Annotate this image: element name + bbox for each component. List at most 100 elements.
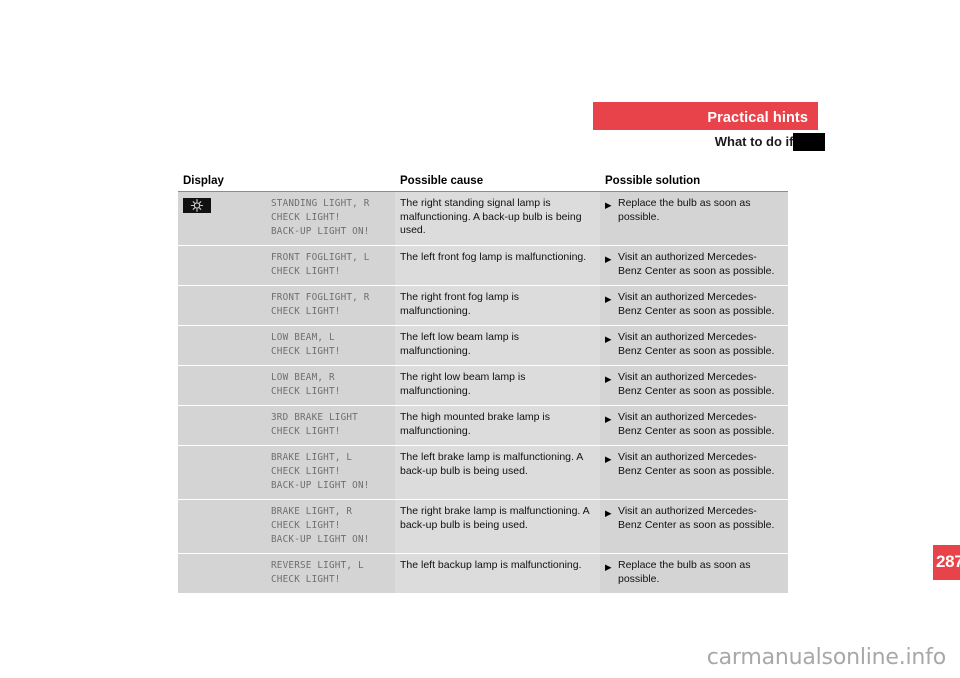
hints-table-container: Display Possible cause Possible solution <box>178 175 788 593</box>
cell-solution: ▶ Visit an authorized Mercedes-Benz Cent… <box>600 365 788 406</box>
chapter-title: Practical hints <box>707 110 808 126</box>
display-code-lines: LOW BEAM, R CHECK LIGHT! <box>271 371 387 399</box>
display-code-lines: 3RD BRAKE LIGHT CHECK LIGHT! <box>271 411 387 439</box>
display-code-line: CHECK LIGHT! <box>271 306 341 317</box>
table-row: LOW BEAM, R CHECK LIGHT! The right low b… <box>178 365 788 406</box>
cell-display: REVERSE LIGHT, L CHECK LIGHT! <box>178 553 395 593</box>
table-header-row: Display Possible cause Possible solution <box>178 175 788 192</box>
cause-text: The high mounted brake lamp is malfuncti… <box>400 411 550 437</box>
cause-text: The left backup lamp is malfunctioning. <box>400 559 582 571</box>
cause-text: The left low beam lamp is malfunctioning… <box>400 331 520 357</box>
cause-text: The right low beam lamp is malfunctionin… <box>400 371 526 397</box>
display-code-line: CHECK LIGHT! <box>271 466 341 477</box>
solution-text: Visit an authorized Mercedes-Benz Center… <box>618 331 775 357</box>
display-code-line: BRAKE LIGHT, R <box>271 506 353 517</box>
column-header-solution: Possible solution <box>600 175 788 192</box>
page-number-badge: 287 <box>933 545 960 580</box>
table-row: BRAKE LIGHT, L CHECK LIGHT! BACK-UP LIGH… <box>178 445 788 500</box>
cell-solution: ▶ Visit an authorized Mercedes-Benz Cent… <box>600 405 788 446</box>
display-code-line: LOW BEAM, L <box>271 332 335 343</box>
display-code-line: CHECK LIGHT! <box>271 266 341 277</box>
cell-cause: The left front fog lamp is malfunctionin… <box>395 245 600 286</box>
cell-display: LOW BEAM, L CHECK LIGHT! <box>178 325 395 366</box>
column-header-display: Display <box>178 175 395 192</box>
table-row: 3RD BRAKE LIGHT CHECK LIGHT! The high mo… <box>178 405 788 446</box>
triangle-bullet-icon: ▶ <box>605 254 612 264</box>
triangle-bullet-icon: ▶ <box>605 374 612 384</box>
table-row: BRAKE LIGHT, R CHECK LIGHT! BACK-UP LIGH… <box>178 499 788 554</box>
triangle-bullet-icon: ▶ <box>605 294 612 304</box>
display-code-lines: FRONT FOGLIGHT, L CHECK LIGHT! <box>271 251 387 279</box>
cell-solution: ▶ Replace the bulb as soon as possible. <box>600 553 788 593</box>
table-row: FRONT FOGLIGHT, L CHECK LIGHT! The left … <box>178 245 788 286</box>
table-row: STANDING LIGHT, R CHECK LIGHT! BACK-UP L… <box>178 191 788 246</box>
icon-slot <box>183 371 271 372</box>
solution-text: Replace the bulb as soon as possible. <box>618 197 751 223</box>
display-code-line: CHECK LIGHT! <box>271 386 341 397</box>
cell-display: 3RD BRAKE LIGHT CHECK LIGHT! <box>178 405 395 446</box>
cause-text: The left brake lamp is malfunctioning. A… <box>400 451 583 477</box>
display-code-lines: LOW BEAM, L CHECK LIGHT! <box>271 331 387 359</box>
solution-text: Visit an authorized Mercedes-Benz Center… <box>618 251 775 277</box>
cause-text: The right front fog lamp is malfunctioni… <box>400 291 520 317</box>
triangle-bullet-icon: ▶ <box>605 334 612 344</box>
cell-solution: ▶ Replace the bulb as soon as possible. <box>600 191 788 246</box>
display-code-line: CHECK LIGHT! <box>271 212 341 223</box>
display-code-lines: STANDING LIGHT, R CHECK LIGHT! BACK-UP L… <box>271 197 387 239</box>
cell-cause: The left brake lamp is malfunctioning. A… <box>395 445 600 500</box>
display-code-line: STANDING LIGHT, R <box>271 198 370 209</box>
triangle-bullet-icon: ▶ <box>605 454 612 464</box>
hints-table: Display Possible cause Possible solution <box>178 175 788 593</box>
icon-slot <box>183 505 271 506</box>
icon-slot <box>183 331 271 332</box>
display-code-lines: BRAKE LIGHT, R CHECK LIGHT! BACK-UP LIGH… <box>271 505 387 547</box>
cause-text: The right standing signal lamp is malfun… <box>400 197 582 236</box>
display-code-line: 3RD BRAKE LIGHT <box>271 412 358 423</box>
display-code-lines: FRONT FOGLIGHT, R CHECK LIGHT! <box>271 291 387 319</box>
triangle-bullet-icon: ▶ <box>605 414 612 424</box>
solution-text: Visit an authorized Mercedes-Benz Center… <box>618 291 775 317</box>
icon-slot <box>183 451 271 452</box>
display-code-line: FRONT FOGLIGHT, R <box>271 292 370 303</box>
cell-solution: ▶ Visit an authorized Mercedes-Benz Cent… <box>600 445 788 500</box>
cell-display: FRONT FOGLIGHT, L CHECK LIGHT! <box>178 245 395 286</box>
cell-solution: ▶ Visit an authorized Mercedes-Benz Cent… <box>600 245 788 286</box>
section-title-row: What to do if …? <box>500 134 818 154</box>
solution-text: Replace the bulb as soon as possible. <box>618 559 751 585</box>
triangle-bullet-icon: ▶ <box>605 562 612 572</box>
triangle-bullet-icon: ▶ <box>605 200 612 210</box>
icon-slot <box>183 197 271 213</box>
cell-solution: ▶ Visit an authorized Mercedes-Benz Cent… <box>600 325 788 366</box>
display-code-line: BACK-UP LIGHT ON! <box>271 480 370 491</box>
display-code-lines: REVERSE LIGHT, L CHECK LIGHT! <box>271 559 387 587</box>
cell-cause: The right front fog lamp is malfunctioni… <box>395 285 600 326</box>
display-code-line: BACK-UP LIGHT ON! <box>271 534 370 545</box>
display-code-lines: BRAKE LIGHT, L CHECK LIGHT! BACK-UP LIGH… <box>271 451 387 493</box>
display-code-line: CHECK LIGHT! <box>271 426 341 437</box>
cell-display: LOW BEAM, R CHECK LIGHT! <box>178 365 395 406</box>
cell-display: BRAKE LIGHT, L CHECK LIGHT! BACK-UP LIGH… <box>178 445 395 500</box>
icon-slot <box>183 291 271 292</box>
cell-display: STANDING LIGHT, R CHECK LIGHT! BACK-UP L… <box>178 191 395 246</box>
display-code-line: CHECK LIGHT! <box>271 520 341 531</box>
display-code-line: CHECK LIGHT! <box>271 574 341 585</box>
column-header-cause: Possible cause <box>395 175 600 192</box>
display-code-line: LOW BEAM, R <box>271 372 335 383</box>
cell-cause: The left backup lamp is malfunctioning. <box>395 553 600 593</box>
cell-cause: The left low beam lamp is malfunctioning… <box>395 325 600 366</box>
icon-slot <box>183 559 271 560</box>
display-code-line: REVERSE LIGHT, L <box>271 560 364 571</box>
solution-text: Visit an authorized Mercedes-Benz Center… <box>618 411 775 437</box>
icon-slot <box>183 411 271 412</box>
cell-cause: The right brake lamp is malfunctioning. … <box>395 499 600 554</box>
table-row: FRONT FOGLIGHT, R CHECK LIGHT! The right… <box>178 285 788 326</box>
thumb-index-tab <box>793 133 825 151</box>
display-code-line: BRAKE LIGHT, L <box>271 452 353 463</box>
display-code-line: FRONT FOGLIGHT, L <box>271 252 370 263</box>
solution-text: Visit an authorized Mercedes-Benz Center… <box>618 505 775 531</box>
cell-cause: The right low beam lamp is malfunctionin… <box>395 365 600 406</box>
table-row: REVERSE LIGHT, L CHECK LIGHT! The left b… <box>178 553 788 593</box>
cell-cause: The high mounted brake lamp is malfuncti… <box>395 405 600 446</box>
solution-text: Visit an authorized Mercedes-Benz Center… <box>618 371 775 397</box>
standing-light-indicator-icon <box>183 198 211 213</box>
